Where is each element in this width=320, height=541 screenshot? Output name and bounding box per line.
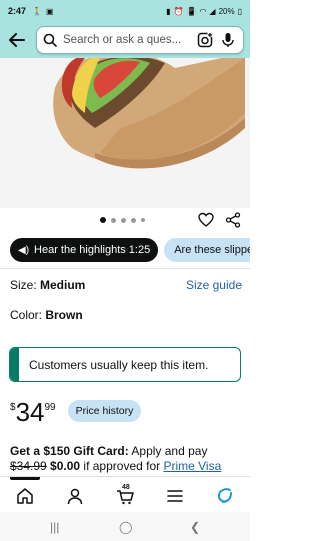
question-chip[interactable]: Are these slippers — [164, 238, 250, 262]
price-dollars: 34 — [15, 397, 45, 427]
menu-icon[interactable] — [166, 487, 184, 505]
status-right-icons: ▮ ⏰ 📳 ◠ ◢ 20% ▯ — [166, 7, 242, 16]
highlights-chip-row: ◀) Hear the highlights 1:25 Are these sl… — [10, 238, 250, 262]
home-icon[interactable] — [16, 487, 34, 505]
search-input[interactable]: Search or ask a ques... — [36, 26, 244, 54]
size-label: Size: Medium — [10, 278, 86, 292]
color-label: Color: — [10, 308, 46, 322]
image-icon: ▣ — [45, 6, 54, 16]
search-icon — [43, 33, 57, 47]
home-circle-icon[interactable]: ◯ — [119, 520, 132, 534]
speaker-icon: ◀) — [18, 244, 30, 256]
customers-keep-banner: Customers usually keep this item. — [9, 347, 241, 382]
active-tab-indicator — [10, 477, 40, 480]
vibrate-icon: 📳 — [186, 6, 197, 16]
system-navigation-bar: ||| ◯ ❮ — [0, 512, 250, 541]
search-placeholder: Search or ask a ques... — [63, 34, 182, 46]
battery-percent: 20% — [218, 6, 235, 16]
keep-text: Customers usually keep this item. — [29, 357, 209, 372]
size-guide-link[interactable]: Size guide — [186, 278, 242, 292]
back-arrow-icon — [9, 33, 25, 47]
divider — [0, 268, 250, 269]
battery-saver-icon: ▮ — [166, 6, 171, 16]
mic-icon[interactable] — [221, 32, 235, 48]
hear-highlights-button[interactable]: ◀) Hear the highlights 1:25 — [10, 238, 159, 262]
image-carousel-dots — [100, 217, 145, 223]
back-button[interactable] — [6, 29, 28, 51]
carousel-dot[interactable] — [131, 217, 136, 223]
size-row[interactable]: Size: Medium Size guide — [10, 278, 242, 292]
gift-card-offer[interactable]: Get a $150 Gift Card: Apply and pay — [10, 444, 207, 458]
color-row[interactable]: Color: Brown — [10, 308, 83, 322]
new-price: $0.00 — [46, 459, 81, 473]
wishlist-heart-icon[interactable] — [198, 212, 214, 228]
question-chip-label: Are these slippers — [174, 244, 250, 256]
gift-card-rest: Apply and pay — [128, 444, 208, 458]
bottom-nav: 48 — [0, 476, 250, 512]
price-history-button[interactable]: Price history — [67, 400, 142, 422]
keep-accent-bar — [10, 348, 19, 381]
carousel-dot[interactable] — [111, 217, 116, 223]
status-time: 2:47 — [8, 6, 27, 16]
walk-icon: 🚶 — [32, 6, 42, 16]
gift-card-offer-line2: $34.99 $0.00 if approved for Prime Visa — [10, 459, 221, 473]
status-left-icons: 🚶 ▣ — [32, 7, 54, 16]
recent-apps-icon[interactable]: ||| — [50, 520, 59, 534]
old-price: $34.99 — [10, 459, 47, 473]
assistant-icon[interactable] — [216, 487, 234, 505]
size-value: Medium — [40, 278, 86, 292]
account-icon[interactable] — [66, 487, 84, 505]
alarm-icon: ⏰ — [173, 6, 184, 16]
cart-icon[interactable] — [116, 487, 134, 505]
back-chevron-icon[interactable]: ❮ — [190, 520, 200, 534]
hear-highlights-label: Hear the highlights 1:25 — [34, 244, 151, 256]
price-cents: 99 — [44, 402, 56, 413]
signal-icon: ◢ — [209, 6, 216, 16]
battery-icon: ▯ — [237, 6, 242, 16]
share-icon[interactable] — [225, 212, 241, 228]
carousel-dot[interactable] — [121, 217, 126, 223]
product-image[interactable] — [0, 58, 250, 208]
prime-visa-link[interactable]: Prime Visa — [163, 459, 221, 473]
carousel-dot[interactable] — [141, 218, 145, 222]
header: Search or ask a ques... — [0, 22, 250, 58]
color-value: Brown — [45, 308, 83, 322]
camera-lens-icon[interactable] — [197, 32, 213, 48]
wifi-icon: ◠ — [199, 6, 207, 16]
gift-card-headline: Get a $150 Gift Card: — [10, 444, 129, 458]
status-bar: 2:47 🚶 ▣ ▮ ⏰ 📳 ◠ ◢ 20% ▯ — [0, 0, 250, 22]
gift-line2-rest: if approved for — [80, 459, 164, 473]
taco-slipper-image — [53, 58, 245, 169]
price-row: $ 34 99 Price history — [10, 397, 142, 427]
carousel-dot[interactable] — [100, 217, 106, 223]
